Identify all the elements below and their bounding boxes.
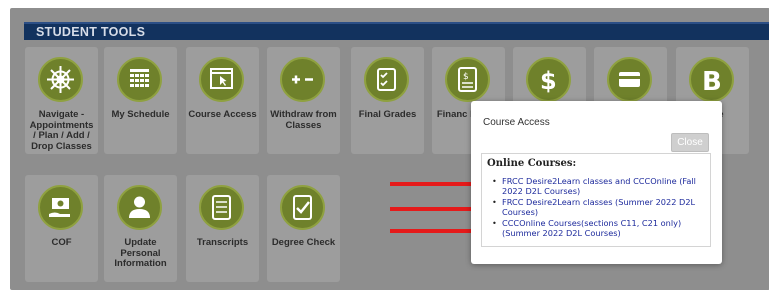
tile-update-personal-information[interactable]: Update Personal Information (104, 175, 177, 282)
online-courses-heading: Online Courses: (487, 158, 577, 169)
tile-my-schedule[interactable]: My Schedule (104, 47, 177, 154)
course-link-list: FRCC Desire2Learn classes and CCCOnline … (486, 176, 708, 239)
credit-card-icon (607, 57, 652, 102)
modal-content: Online Courses: FRCC Desire2Learn classe… (481, 153, 711, 247)
tile-cof[interactable]: COF (25, 175, 98, 282)
course-access-modal: Course Access Close Online Courses: FRCC… (471, 101, 722, 264)
check-document-icon (280, 185, 325, 230)
tile-label: Navigate - Appointments / Plan / Add / D… (29, 109, 94, 152)
tile-label: COF (51, 237, 72, 248)
tile-label: Final Grades (358, 109, 417, 120)
plus-minus-icon (280, 57, 325, 102)
tile-withdraw[interactable]: Withdraw from Classes (267, 47, 340, 154)
checklist-icon (364, 57, 409, 102)
list-item: FRCC Desire2Learn classes (Summer 2022 D… (486, 197, 708, 217)
list-item: FRCC Desire2Learn classes and CCCOnline … (486, 176, 708, 196)
tile-degree-check[interactable]: Degree Check (267, 175, 340, 282)
tile-navigate[interactable]: Navigate - Appointments / Plan / Add / D… (25, 47, 98, 154)
page: STUDENT TOOLS Navigate - Appointments / … (0, 0, 769, 297)
money-document-icon: $ (445, 57, 490, 102)
letter-b-icon: B (689, 57, 734, 102)
dollar-icon: $ (526, 57, 571, 102)
tile-transcripts[interactable]: Transcripts (186, 175, 259, 282)
close-button[interactable]: Close (671, 133, 709, 152)
document-icon (199, 185, 244, 230)
section-header: STUDENT TOOLS (24, 22, 769, 40)
tile-final-grades[interactable]: Final Grades (351, 47, 424, 154)
course-link[interactable]: FRCC Desire2Learn classes (Summer 2022 D… (502, 197, 695, 217)
person-icon (117, 185, 162, 230)
svg-text:$: $ (463, 72, 469, 82)
svg-text:$: $ (540, 67, 557, 95)
tile-label: Degree Check (271, 237, 336, 248)
course-link[interactable]: FRCC Desire2Learn classes and CCCOnline … (502, 176, 696, 196)
section-title: STUDENT TOOLS (36, 25, 146, 39)
tile-label: Course Access (188, 109, 257, 120)
tile-label: Update Personal Information (114, 237, 167, 269)
modal-title: Course Access (483, 117, 550, 128)
tile-label: Transcripts (196, 237, 249, 248)
cursor-window-icon (199, 57, 244, 102)
ship-wheel-icon (38, 57, 83, 102)
money-hand-icon (38, 185, 83, 230)
list-item: CCCOnline Courses(sections C11, C21 only… (486, 218, 708, 238)
calendar-icon (117, 57, 162, 102)
tile-course-access[interactable]: Course Access (186, 47, 259, 154)
svg-text:B: B (702, 67, 722, 97)
course-link[interactable]: CCCOnline Courses(sections C11, C21 only… (502, 218, 681, 238)
tile-label: My Schedule (111, 109, 170, 120)
tile-label: Withdraw from Classes (270, 109, 337, 131)
